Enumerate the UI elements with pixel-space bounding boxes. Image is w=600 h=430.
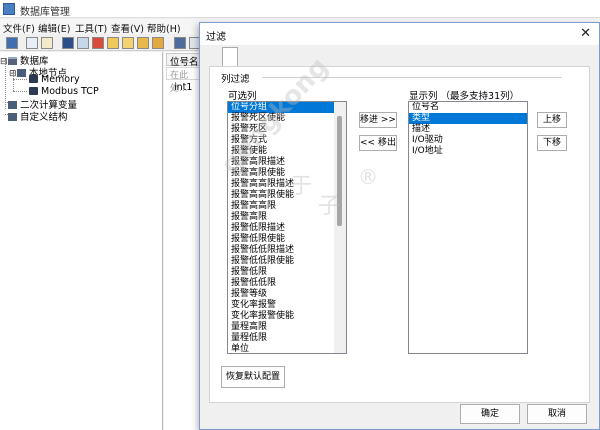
copy-icon[interactable] xyxy=(26,37,38,49)
list-item[interactable]: 量程高限 xyxy=(228,322,336,333)
list-item[interactable]: 位号分组 xyxy=(228,102,336,113)
list-item[interactable]: 报警高高限描述 xyxy=(228,179,336,190)
column-header-tagname[interactable]: 位号名 xyxy=(166,53,202,68)
collapse-icon[interactable]: ⊟ xyxy=(0,57,8,67)
shown-columns-label: 显示列 （最多支持31列） xyxy=(409,91,520,102)
paste-icon[interactable] xyxy=(41,37,53,49)
delete-icon[interactable] xyxy=(92,37,104,49)
move-in-button[interactable]: 移进 >> xyxy=(359,112,397,128)
open-icon[interactable] xyxy=(122,37,134,49)
move-up-button[interactable]: 上移 xyxy=(537,112,567,128)
list-item[interactable]: 报警高限 xyxy=(228,212,336,223)
close-icon[interactable]: ✕ xyxy=(580,26,591,41)
scrollbar-thumb[interactable] xyxy=(337,116,342,226)
available-columns-list[interactable]: 位号分组 报警死区使能 报警死区 报警方式 报警使能 报警高限描述 报警高限使能 报警高高限描… xyxy=(227,101,347,354)
export-icon[interactable] xyxy=(62,37,74,49)
app-title: 数据库管理 xyxy=(20,7,70,18)
list-item[interactable]: 报警死区 xyxy=(228,124,336,135)
grid-icon[interactable] xyxy=(137,37,149,49)
tree-label-custom: 自定义结构 xyxy=(20,112,68,123)
restore-defaults-button[interactable]: 恢复默认配置 xyxy=(221,366,285,388)
list-item[interactable]: 报警高高限使能 xyxy=(228,190,336,201)
list-item[interactable]: 报警死区使能 xyxy=(228,113,336,124)
group-divider xyxy=(262,77,562,78)
dialog-titlebar: 过滤 ✕ xyxy=(200,23,599,45)
list-item[interactable]: 报警高限使能 xyxy=(228,168,336,179)
list-item[interactable]: 描述 xyxy=(409,124,527,135)
list-item[interactable]: 报警低限使能 xyxy=(228,234,336,245)
app-titlebar: 数据库管理 xyxy=(0,0,600,18)
cancel-button[interactable]: 取消 xyxy=(527,404,587,424)
tree-label-memory: Memory xyxy=(41,74,80,85)
database-icon xyxy=(8,57,17,65)
device-icon xyxy=(29,87,38,95)
tree-node-memory[interactable]: Memory xyxy=(29,74,80,86)
list-item[interactable]: I/O地址 xyxy=(409,146,527,157)
table-icon[interactable] xyxy=(152,37,164,49)
collapse-icon[interactable]: ⊟ xyxy=(9,69,17,79)
ok-button[interactable]: 确定 xyxy=(460,404,520,424)
menu-edit[interactable]: 编辑(E) xyxy=(38,21,70,35)
list-item[interactable]: 位号名 xyxy=(409,102,527,113)
list-item[interactable]: 量程低限 xyxy=(228,333,336,344)
list-item[interactable]: 报警高高限 xyxy=(228,201,336,212)
move-down-button[interactable]: 下移 xyxy=(537,135,567,151)
tree-node-secondary[interactable]: 二次计算变量 xyxy=(8,97,77,111)
menu-file[interactable]: 文件(F) xyxy=(3,21,35,35)
menu-view[interactable]: 查看(V) xyxy=(111,21,144,35)
list-item[interactable]: I/O驱动 xyxy=(409,135,527,146)
list-item[interactable]: 报警低低限 xyxy=(228,278,336,289)
tab-strip xyxy=(222,47,578,67)
folder-icon[interactable] xyxy=(107,37,119,49)
list-item[interactable]: 单位 xyxy=(228,344,336,353)
list-item[interactable]: 报警使能 xyxy=(228,146,336,157)
list-item[interactable]: 类型 xyxy=(409,113,527,124)
grid-filter-input[interactable]: 在此处... xyxy=(166,67,202,94)
tree-label-modbus: Modbus TCP xyxy=(41,86,99,97)
database-tree: ⊟ 数据库 ⊟ 本地节点 Memory Modbus TCP 二次计算变量 自定义结… xyxy=(0,52,163,430)
menu-tools[interactable]: 工具(T) xyxy=(75,21,107,35)
list-item[interactable]: 报警低限 xyxy=(228,267,336,278)
list-item[interactable]: 报警低限描述 xyxy=(228,223,336,234)
list-item[interactable]: 报警低低限描述 xyxy=(228,245,336,256)
node-icon xyxy=(8,113,17,121)
menu-help[interactable]: 帮助(H) xyxy=(147,21,181,35)
list-item[interactable]: 变化率报警使能 xyxy=(228,311,336,322)
app-icon xyxy=(3,3,15,15)
import-icon[interactable] xyxy=(77,37,89,49)
list-item[interactable]: 报警方式 xyxy=(228,135,336,146)
move-out-button[interactable]: << 移出 xyxy=(359,135,397,151)
scrollbar[interactable] xyxy=(334,102,346,353)
list-item[interactable]: 报警等级 xyxy=(228,289,336,300)
available-columns-label: 可选列 xyxy=(228,91,257,102)
list-item[interactable]: 报警高限描述 xyxy=(228,157,336,168)
device-icon xyxy=(29,75,38,83)
filter-dialog: 过滤 ✕ 列过滤 可选列 显示列 （最多支持31列） 位号分组 报警死区使能 报警死… xyxy=(199,22,600,430)
list-item[interactable]: 报警低低限使能 xyxy=(228,256,336,267)
tree-node-database[interactable]: ⊟ 数据库 xyxy=(0,53,49,67)
dialog-title: 过滤 xyxy=(206,32,226,43)
node-icon xyxy=(8,101,17,109)
tree-node-custom[interactable]: 自定义结构 xyxy=(8,109,68,123)
list-item[interactable]: 变化率报警 xyxy=(228,300,336,311)
monitor-icon[interactable] xyxy=(174,37,186,49)
node-icon xyxy=(17,69,26,77)
save-icon[interactable] xyxy=(6,37,18,49)
table-cell[interactable]: int1 xyxy=(174,82,192,93)
tab-column-filter[interactable] xyxy=(222,47,238,67)
shown-columns-list[interactable]: 位号名 类型 描述 I/O驱动 I/O地址 xyxy=(408,101,528,354)
group-label-column-filter: 列过滤 xyxy=(221,74,250,85)
